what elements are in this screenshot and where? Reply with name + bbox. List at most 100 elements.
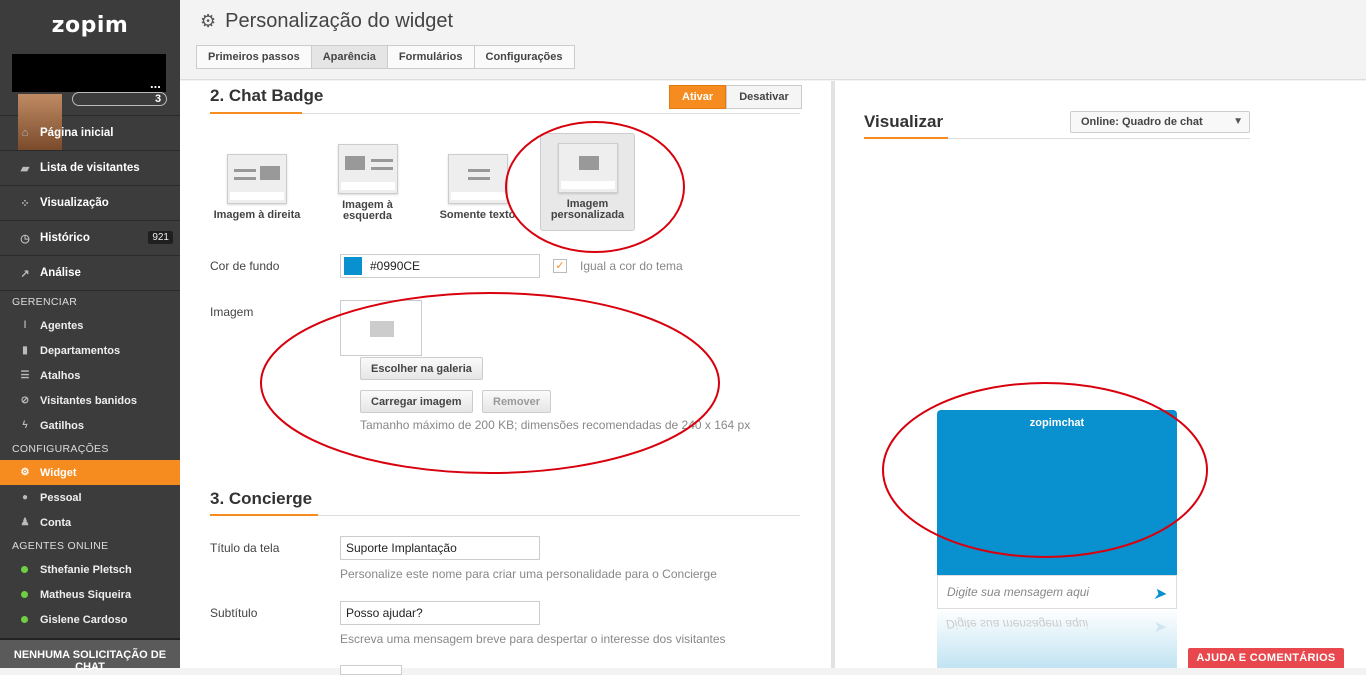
nav-triggers[interactable]: ϟ Gatilhos xyxy=(0,413,180,438)
nav-agents[interactable]: ǀ Agentes xyxy=(0,313,180,338)
next-field-input[interactable] xyxy=(340,665,402,675)
nav-account[interactable]: ♟ Conta xyxy=(0,510,180,535)
nav-label: Visitantes banidos xyxy=(40,394,137,407)
screen-title-hint: Personalize este nome para criar uma per… xyxy=(340,567,717,581)
online-agent[interactable]: Gislene Cardoso xyxy=(0,607,180,632)
subtitle-input[interactable]: Posso ajudar? xyxy=(340,601,540,625)
online-status-icon xyxy=(21,591,28,598)
chat-badge-heading: 2. Chat Badge xyxy=(210,86,324,105)
trigger-icon: ϟ xyxy=(22,420,28,431)
deactivate-button[interactable]: Desativar xyxy=(726,85,802,109)
nav-widget[interactable]: ⚙ Widget xyxy=(0,460,180,485)
help-feedback-button[interactable]: AJUDA E COMENTÁRIOS xyxy=(1188,648,1344,668)
layout-text-only-icon xyxy=(447,154,508,204)
message-placeholder: Digite sua mensagem aqui xyxy=(947,585,1090,599)
nav-label: Atalhos xyxy=(40,369,81,382)
theme-color-checkbox[interactable]: ✓ xyxy=(553,259,567,273)
nav-label: Agentes xyxy=(40,319,84,332)
nav-label: Histórico xyxy=(40,232,90,244)
user-icon: ● xyxy=(21,492,29,503)
nav-visitors[interactable]: ▰ Lista de visitantes xyxy=(0,151,180,186)
upload-image-button[interactable]: Carregar imagem xyxy=(360,390,473,413)
zopimchat-logo: zopimchat xyxy=(1029,417,1085,429)
nav-label: Conta xyxy=(40,516,72,529)
nav-personal[interactable]: ● Pessoal xyxy=(0,485,180,510)
page-title: ⚙ Personalização do widget xyxy=(200,10,453,33)
profile-menu-icon[interactable]: ... xyxy=(150,76,161,91)
screen-title-input[interactable]: Suporte Implantação xyxy=(340,536,540,560)
preview-heading: Visualizar xyxy=(864,112,944,131)
layout-custom-image-icon xyxy=(557,143,618,193)
users-icon: ♟ xyxy=(20,517,30,528)
chevron-down-icon: ▼ xyxy=(1233,116,1243,127)
chat-bubble-icon: ▰ xyxy=(20,162,30,175)
ban-icon: ⊘ xyxy=(20,395,30,406)
section-online-agents: AGENTES ONLINE xyxy=(12,540,109,552)
option-label: Imagem personalizada xyxy=(550,198,625,221)
gear-icon: ⚙ xyxy=(20,467,30,478)
badge-option-text-only[interactable]: Somente texto xyxy=(430,154,525,221)
message-input[interactable]: Digite sua mensagem aqui ➤ xyxy=(937,575,1177,609)
theme-color-label: Igual a cor do tema xyxy=(580,259,683,273)
preview-mode-select[interactable]: Online: Quadro de chat ▼ xyxy=(1070,111,1250,133)
nav-label: Página inicial xyxy=(40,127,114,139)
nav-label: Pessoal xyxy=(40,491,82,504)
layout-image-left-icon xyxy=(337,144,398,194)
nav-departments[interactable]: ▮ Departamentos xyxy=(0,338,180,363)
tab-settings[interactable]: Configurações xyxy=(473,45,575,69)
image-size-hint: Tamanho máximo de 200 KB; dimensões reco… xyxy=(360,418,751,432)
section-underline xyxy=(210,112,800,114)
choose-gallery-button[interactable]: Escolher na galeria xyxy=(360,357,483,380)
background-color-input[interactable]: #0990CE xyxy=(340,254,540,278)
building-icon: ▮ xyxy=(22,345,28,356)
page-title-text: Personalização do widget xyxy=(225,10,454,32)
nav-analytics[interactable]: ↗ Análise xyxy=(0,256,180,291)
home-icon: ⌂ xyxy=(21,127,29,139)
section-config: CONFIGURAÇÕES xyxy=(12,443,109,455)
shortcut-icon: ☰ xyxy=(20,370,30,381)
preview-mode-value: Online: Quadro de chat xyxy=(1081,116,1203,128)
online-agent[interactable]: Matheus Siqueira xyxy=(0,582,180,607)
tab-appearance[interactable]: Aparência xyxy=(310,45,388,69)
nav-history[interactable]: ◷ Histórico 921 xyxy=(0,221,180,256)
activate-button[interactable]: Ativar xyxy=(669,85,727,109)
badge-toggle: Ativar Desativar xyxy=(669,85,802,109)
profile-area: ... 3 xyxy=(0,50,180,150)
option-label: Somente texto xyxy=(439,209,516,221)
send-icon[interactable]: ➤ xyxy=(1153,584,1166,604)
online-status-icon xyxy=(21,566,28,573)
page-header: ⚙ Personalização do widget Primeiros pass… xyxy=(180,0,1366,80)
person-icon: ǀ xyxy=(23,320,27,331)
main-nav: ⌂ Página inicial ▰ Lista de visitantes ⁘ Vi… xyxy=(0,115,180,291)
image-placeholder-icon xyxy=(370,321,394,337)
tab-forms[interactable]: Formulários xyxy=(386,45,475,69)
badge-option-image-left[interactable]: Imagem à esquerda xyxy=(320,144,415,222)
section-underline xyxy=(864,137,1250,139)
badge-option-custom-image[interactable]: Imagem personalizada xyxy=(540,143,635,221)
screen-title-label: Título da tela xyxy=(210,541,280,555)
image-label: Imagem xyxy=(210,305,254,319)
settings-panel[interactable]: 2. Chat Badge Ativar Desativar Imagem à … xyxy=(180,81,831,675)
nav-monitor[interactable]: ⁘ Visualização xyxy=(0,186,180,221)
subtitle-label: Subtítulo xyxy=(210,606,258,620)
badge-option-image-right[interactable]: Imagem à direita xyxy=(207,154,307,221)
color-swatch[interactable] xyxy=(344,257,362,275)
history-count-badge: 921 xyxy=(148,231,173,244)
remove-image-button[interactable]: Remover xyxy=(482,390,552,413)
nav-shortcuts[interactable]: ☰ Atalhos xyxy=(0,363,180,388)
online-agent[interactable]: Sthefanie Pletsch xyxy=(0,557,180,582)
gear-icon: ⚙ xyxy=(200,11,217,31)
redacted-name xyxy=(12,54,166,92)
sidebar: zopim ... 3 ⌂ Página inicial ▰ Lista de vi… xyxy=(0,0,180,673)
no-chat-request-bar[interactable]: NENHUMA SOLICITAÇÃO DE CHAT xyxy=(0,638,180,673)
nav-home[interactable]: ⌂ Página inicial xyxy=(0,116,180,151)
layout-image-right-icon xyxy=(227,154,287,204)
status-button[interactable] xyxy=(72,92,167,106)
zopim-logo[interactable]: zopim xyxy=(0,0,180,50)
color-value: #0990CE xyxy=(370,259,421,273)
nav-banned[interactable]: ⊘ Visitantes banidos xyxy=(0,388,180,413)
tab-getting-started[interactable]: Primeiros passos xyxy=(196,45,312,69)
nav-label: Lista de visitantes xyxy=(40,162,140,174)
nav-label: Visualização xyxy=(40,197,109,209)
profile-count: 3 xyxy=(155,93,162,105)
